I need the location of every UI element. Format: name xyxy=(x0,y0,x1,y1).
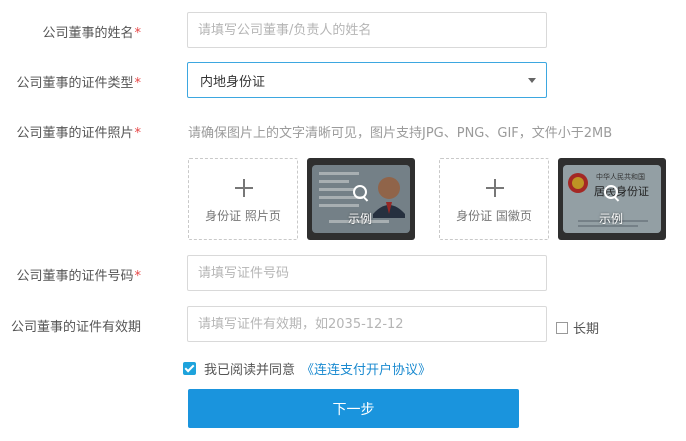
id-photo-hint: 请确保图片上的文字清晰可见，图片支持JPG、PNG、GIF，文件小于2MB xyxy=(188,126,613,141)
agreement-checkbox[interactable] xyxy=(183,362,196,375)
director-name-input[interactable] xyxy=(187,12,547,48)
sample-back-label: 示例 xyxy=(599,212,624,226)
name-label: 公司董事的姓名* xyxy=(42,26,142,41)
id-type-label: 公司董事的证件类型* xyxy=(16,76,142,91)
upload-front-button[interactable]: 身份证 照片页 xyxy=(188,158,298,240)
plus-icon xyxy=(486,179,504,197)
upload-back-label: 身份证 国徽页 xyxy=(456,209,532,223)
checkbox-icon xyxy=(556,321,568,334)
upload-front-label: 身份证 照片页 xyxy=(205,209,281,223)
sample-front-image[interactable]: 示例 xyxy=(307,158,415,240)
long-term-checkbox[interactable]: 长期 xyxy=(556,318,599,337)
required-mark: * xyxy=(134,269,142,284)
id-number-input[interactable] xyxy=(187,255,547,291)
upload-back-button[interactable]: 身份证 国徽页 xyxy=(439,158,549,240)
required-mark: * xyxy=(134,26,142,41)
agreement-link[interactable]: 《连连支付开户协议》 xyxy=(301,359,431,378)
id-photo-label: 公司董事的证件照片* xyxy=(16,126,142,141)
sample-back-title: 中华人民共和国 xyxy=(596,172,645,181)
plus-icon xyxy=(235,179,253,197)
id-expiry-input[interactable] xyxy=(187,306,547,342)
id-expiry-label: 公司董事的证件有效期 xyxy=(10,320,141,335)
id-type-select[interactable]: 内地身份证 xyxy=(187,62,547,98)
caret-down-icon xyxy=(528,78,536,83)
required-mark: * xyxy=(134,76,142,91)
next-step-button[interactable]: 下一步 xyxy=(188,389,519,428)
long-term-label: 长期 xyxy=(573,322,600,337)
required-mark: * xyxy=(134,126,142,141)
id-type-selected-value: 内地身份证 xyxy=(200,74,266,90)
sample-back-image[interactable]: 中华人民共和国 居民身份证 示例 xyxy=(558,158,666,240)
magnifier-icon xyxy=(352,184,372,204)
agreement-text: 我已阅读并同意 xyxy=(204,363,296,378)
sample-front-label: 示例 xyxy=(348,212,373,226)
agreement-row: 我已阅读并同意 《连连支付开户协议》 xyxy=(183,359,431,378)
id-number-label: 公司董事的证件号码* xyxy=(16,269,142,284)
magnifier-icon xyxy=(603,184,623,204)
